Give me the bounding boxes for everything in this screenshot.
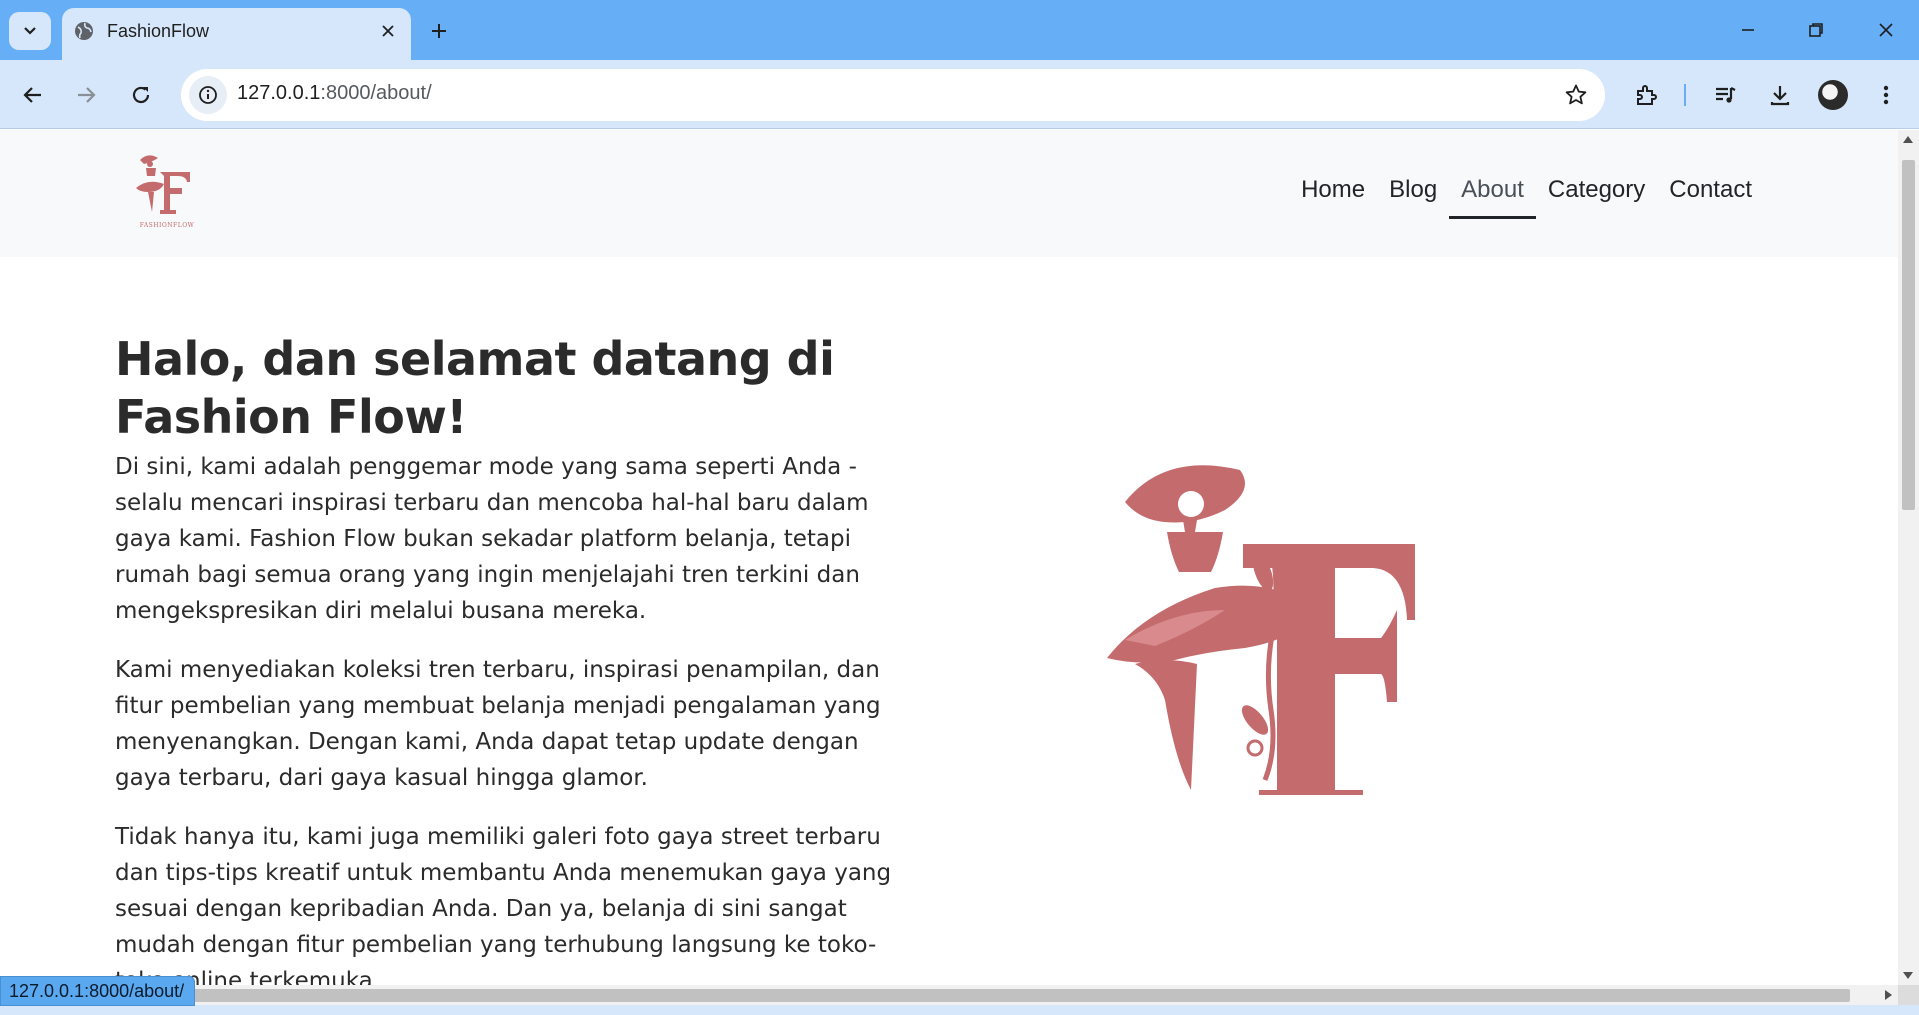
horizontal-scrollbar[interactable] [0, 985, 1898, 1005]
hero-logo-image [1105, 460, 1425, 796]
scrollbar-corner [1898, 985, 1919, 1005]
nav-link-blog[interactable]: Blog [1377, 168, 1449, 219]
fashionflow-logo-icon: FASHIONFLOW [136, 155, 195, 229]
restore-button[interactable] [1788, 8, 1844, 52]
playlist-icon [1716, 87, 1736, 103]
scroll-down-arrow-icon[interactable] [1903, 972, 1913, 979]
nav-link-contact[interactable]: Contact [1657, 168, 1764, 219]
close-icon [1879, 23, 1893, 37]
globe-icon [75, 22, 93, 40]
profile-avatar[interactable] [1818, 80, 1848, 110]
address-bar[interactable]: 127.0.0.1:8000/about/ [181, 69, 1605, 121]
nav-link-about[interactable]: About [1449, 168, 1536, 219]
forward-button[interactable] [68, 77, 104, 113]
about-paragraph-2: Kami menyediakan koleksi tren terbaru, i… [115, 657, 881, 791]
about-content: Halo, dan selamat datang di Fashion Flow… [115, 330, 915, 985]
nav-links: Home Blog About Category Contact [1289, 168, 1764, 219]
window-bottom-edge [0, 1005, 1919, 1015]
minimize-button[interactable] [1720, 8, 1776, 52]
brand-logo[interactable]: FASHIONFLOW [130, 152, 205, 232]
tab-title: FashionFlow [107, 21, 210, 41]
new-tab-button[interactable] [422, 14, 456, 48]
menu-button[interactable] [1868, 77, 1904, 113]
browser-tab-bar: FashionFlow [0, 0, 1919, 60]
site-navbar: FASHIONFLOW Home Blog About Category Con… [0, 130, 1898, 257]
vertical-scroll-thumb[interactable] [1902, 160, 1915, 510]
extensions-button[interactable] [1628, 77, 1664, 113]
media-controls-button[interactable] [1707, 77, 1743, 113]
nav-link-home[interactable]: Home [1289, 168, 1377, 219]
info-icon [199, 86, 217, 104]
vertical-scrollbar[interactable] [1898, 130, 1919, 985]
horizontal-scroll-thumb[interactable] [190, 989, 1850, 1002]
nav-link-category[interactable]: Category [1536, 168, 1657, 219]
plus-icon [432, 24, 446, 38]
reload-button[interactable] [123, 77, 159, 113]
about-paragraph-1: Di sini, kami adalah penggemar mode yang… [115, 454, 869, 624]
page-title: Halo, dan selamat datang di Fashion Flow… [115, 332, 835, 444]
puzzle-icon [1637, 85, 1657, 105]
tab-search-button[interactable] [9, 12, 51, 50]
star-icon [1565, 84, 1587, 105]
site-info-button[interactable] [189, 76, 227, 114]
page-viewport: FASHIONFLOW Home Blog About Category Con… [0, 130, 1898, 985]
back-button[interactable] [15, 77, 51, 113]
arrow-left-icon [23, 87, 41, 103]
scroll-up-arrow-icon[interactable] [1903, 136, 1913, 143]
url-text[interactable]: 127.0.0.1:8000/about/ [237, 82, 432, 105]
bookmark-button[interactable] [1559, 78, 1593, 112]
chevron-down-icon [24, 27, 36, 35]
reload-icon [132, 86, 150, 104]
restore-icon [1809, 23, 1823, 37]
url-path: :8000/about/ [320, 82, 432, 104]
about-paragraph-3: Tidak hanya itu, kami juga memiliki gale… [115, 824, 892, 985]
fashion-lady-logo-icon [1107, 465, 1415, 796]
browser-toolbar: 127.0.0.1:8000/about/ [0, 60, 1919, 129]
kebab-menu-icon [1883, 85, 1889, 105]
url-host: 127.0.0.1 [237, 82, 321, 104]
brand-text: FASHIONFLOW [140, 222, 195, 229]
browser-tab-active[interactable]: FashionFlow [62, 8, 411, 60]
link-status-bubble: 127.0.0.1:8000/about/ [0, 976, 196, 1006]
downloads-button[interactable] [1762, 77, 1798, 113]
download-icon [1770, 86, 1790, 106]
close-window-button[interactable] [1858, 8, 1914, 52]
minimize-icon [1742, 29, 1754, 31]
close-tab-icon[interactable] [375, 18, 401, 44]
scroll-right-arrow-icon[interactable] [1885, 990, 1892, 1000]
arrow-right-icon [78, 87, 96, 103]
toolbar-divider [1684, 84, 1686, 106]
